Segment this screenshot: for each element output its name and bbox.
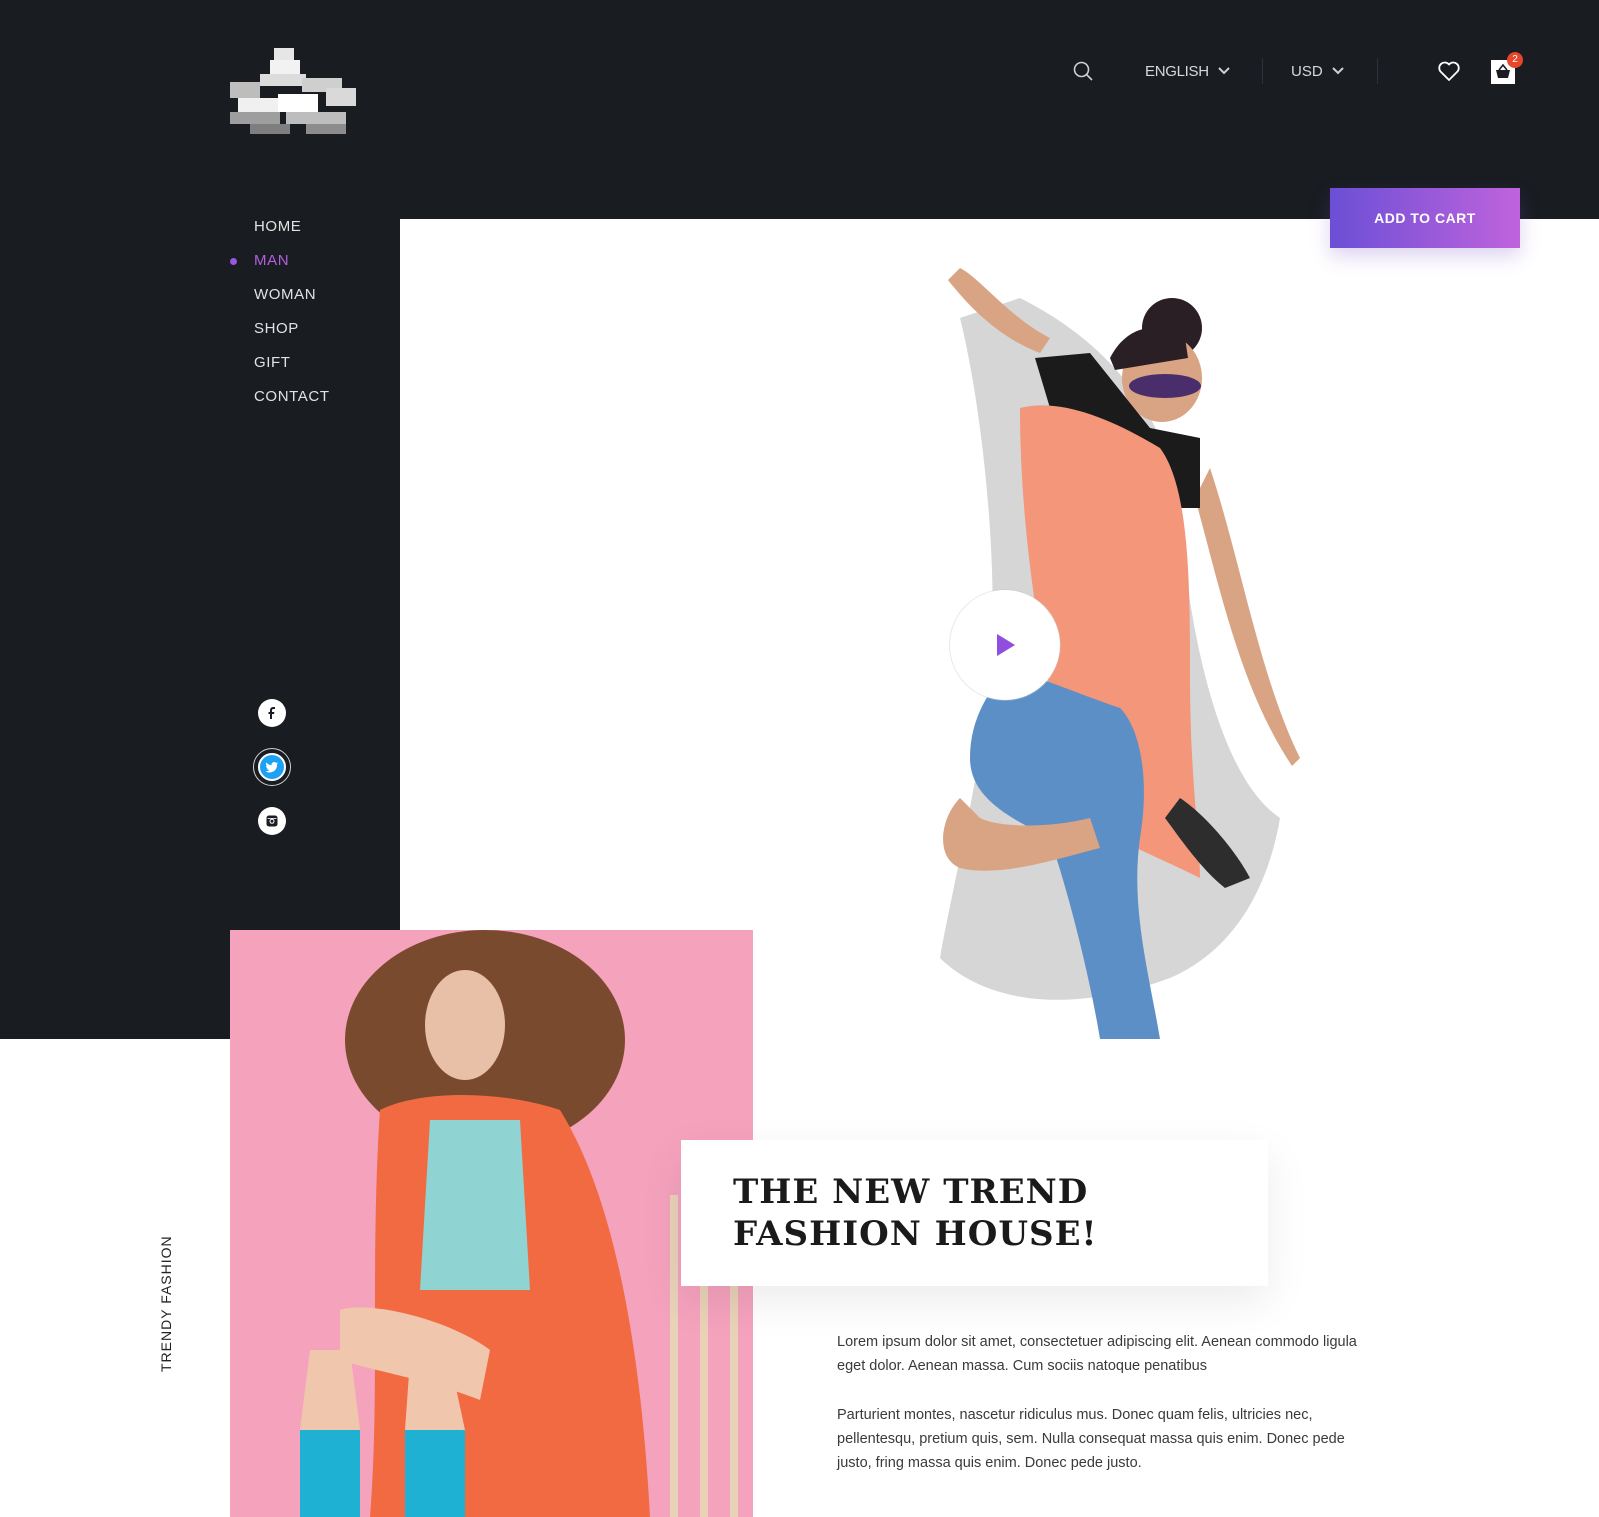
divider — [1377, 58, 1378, 84]
divider — [1262, 58, 1263, 84]
search-icon[interactable] — [1072, 60, 1094, 82]
cart-count-badge: 2 — [1507, 52, 1523, 68]
nav-item-woman[interactable]: WOMAN — [230, 278, 330, 312]
instagram-icon — [266, 815, 278, 827]
currency-label: USD — [1291, 62, 1323, 80]
nav-item-gift[interactable]: GIFT — [230, 346, 330, 380]
add-to-cart-button[interactable]: ADD TO CART — [1330, 188, 1520, 248]
nav-item-man[interactable]: MAN — [230, 244, 330, 278]
play-video-button[interactable] — [950, 590, 1060, 700]
nav-item-home[interactable]: HOME — [230, 210, 330, 244]
sidebar-background — [0, 219, 400, 1039]
twitter-link[interactable] — [258, 753, 286, 781]
main-nav: HOME MAN WOMAN SHOP GIFT CONTACT — [230, 210, 330, 414]
language-label: ENGLISH — [1145, 62, 1209, 80]
nav-item-shop[interactable]: SHOP — [230, 312, 330, 346]
play-icon — [997, 634, 1015, 656]
brand-logo[interactable] — [230, 48, 358, 134]
feature-model-illustration — [230, 930, 753, 1517]
nav-item-label: MAN — [254, 252, 290, 269]
nav-item-label: CONTACT — [254, 388, 330, 405]
feature-model-image — [230, 930, 753, 1517]
trendy-fashion-label: TRENDY FASHION — [158, 1235, 174, 1372]
currency-select[interactable]: USD — [1291, 60, 1345, 82]
language-select[interactable]: ENGLISH — [1145, 60, 1231, 82]
page-headline: THE NEW TREND FASHION HOUSE! — [733, 1172, 1098, 1254]
chevron-down-icon — [1218, 67, 1230, 75]
instagram-link[interactable] — [258, 807, 286, 835]
nav-item-label: WOMAN — [254, 286, 317, 303]
body-paragraph: Parturient montes, nascetur ridiculus mu… — [837, 1407, 1345, 1471]
heart-icon[interactable] — [1437, 59, 1461, 83]
active-dot-icon — [230, 258, 237, 265]
facebook-link[interactable] — [258, 699, 286, 727]
nav-item-label: SHOP — [254, 320, 299, 337]
headline-card: THE NEW TREND FASHION HOUSE! — [681, 1140, 1268, 1286]
nav-item-label: HOME — [254, 218, 302, 235]
chevron-down-icon — [1331, 67, 1344, 75]
twitter-icon — [265, 762, 278, 773]
nav-item-contact[interactable]: CONTACT — [230, 380, 330, 414]
facebook-icon — [268, 707, 275, 719]
nav-item-label: GIFT — [254, 354, 291, 371]
intro-paragraph: Lorem ipsum dolor sit amet, consectetuer… — [837, 1334, 1357, 1374]
